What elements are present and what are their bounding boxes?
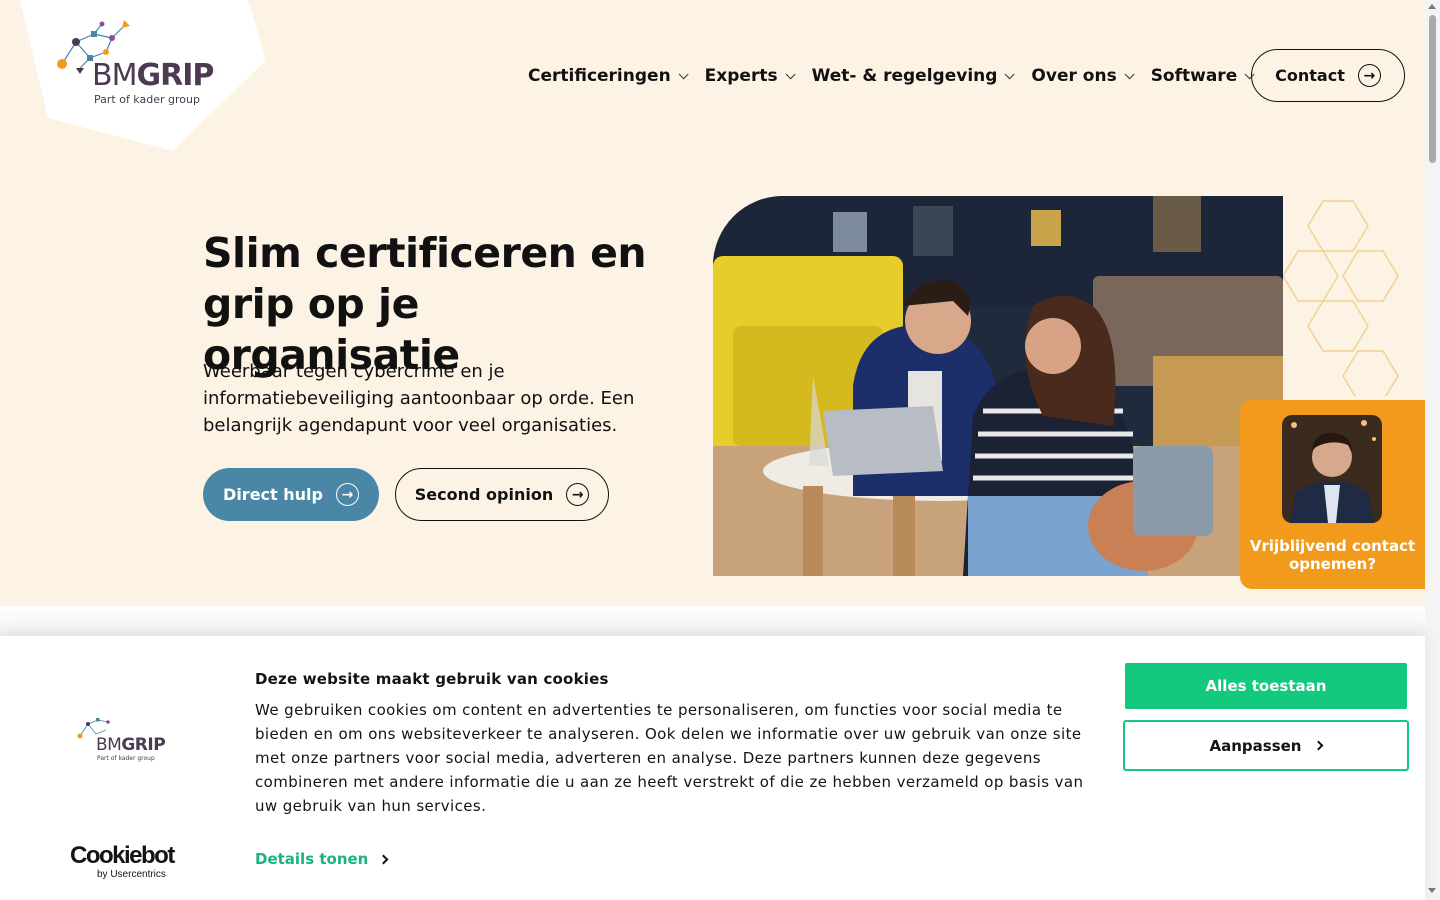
nav-item-software[interactable]: Software [1150, 66, 1255, 86]
allow-all-button[interactable]: Alles toestaan [1125, 663, 1407, 709]
contact-card[interactable]: Vrijblijvend contact opnemen? [1240, 400, 1425, 589]
main-nav: Certificeringen Experts Wet- & regelgevi… [528, 62, 1271, 90]
arrow-right-circle-icon: → [335, 483, 359, 506]
nav-item-experts[interactable]: Experts [704, 66, 796, 86]
arrow-right-circle-icon: → [1357, 64, 1381, 87]
cookiebot-subtitle: by Usercentrics [97, 869, 166, 880]
show-details-label: Details tonen [255, 850, 369, 868]
second-opinion-button[interactable]: Second opinion → [395, 468, 609, 521]
second-opinion-label: Second opinion [414, 485, 554, 504]
hero-photo [713, 196, 1283, 576]
direct-help-label: Direct hulp [223, 485, 323, 504]
logo-tagline: Part of kader group [94, 93, 200, 106]
avatar [1282, 415, 1382, 523]
cookie-banner-title: Deze website maakt gebruik van cookies [255, 670, 609, 688]
show-details-link[interactable]: Details tonen [255, 850, 389, 868]
nav-item-wet-regelgeving[interactable]: Wet- & regelgeving [811, 66, 1015, 86]
page-scrollbar[interactable] [1425, 0, 1440, 900]
cookiebot-logo[interactable]: Cookiebot by Usercentrics [70, 842, 180, 881]
contact-card-label: Vrijblijvend contact opnemen? [1249, 537, 1416, 573]
logo-wordmark: BMGRIP [92, 58, 214, 93]
scrollbar-thumb[interactable] [1429, 15, 1436, 163]
svg-text:Part of kader group: Part of kader group [97, 755, 155, 762]
hexagon-pattern-decoration [1283, 200, 1399, 396]
scroll-up-icon[interactable] [1428, 4, 1436, 9]
nav-item-label: Over ons [1031, 66, 1117, 86]
arrow-right-circle-icon: → [566, 483, 590, 506]
nav-item-over-ons[interactable]: Over ons [1031, 66, 1135, 86]
chevron-down-icon [678, 68, 689, 79]
direct-help-button[interactable]: Direct hulp → [203, 468, 379, 521]
nav-item-label: Certificeringen [528, 66, 671, 86]
chevron-right-icon [1314, 740, 1324, 751]
chevron-down-icon [1005, 68, 1015, 79]
svg-text:BMGRIP: BMGRIP [96, 735, 165, 755]
contact-button[interactable]: Contact → [1251, 49, 1405, 102]
nav-item-certificeringen[interactable]: Certificeringen [528, 66, 689, 86]
cookie-banner-text: We gebruiken cookies om content en adver… [255, 701, 1084, 815]
customize-label: Aanpassen [1209, 736, 1302, 755]
nav-item-label: Wet- & regelgeving [811, 66, 998, 86]
scroll-down-icon[interactable] [1428, 888, 1436, 893]
cookie-banner: BMGRIP Part of kader group Cookiebot by … [0, 636, 1425, 900]
hero-description: Weerbaar tegen cybercrime en je informat… [203, 361, 635, 436]
customize-button[interactable]: Aanpassen [1123, 720, 1409, 771]
chevron-right-icon [378, 854, 389, 864]
site-logo[interactable]: BMGRIP Part of kader group [18, 0, 268, 152]
chevron-down-icon [785, 68, 796, 79]
cookiebot-wordmark: Cookiebot [70, 842, 175, 869]
section-divider [0, 606, 1425, 636]
contact-button-label: Contact [1275, 66, 1345, 85]
cookie-banner-site-logo: BMGRIP Part of kader group [77, 718, 166, 762]
nav-item-label: Software [1150, 66, 1238, 86]
chevron-down-icon [1124, 68, 1135, 79]
nav-item-label: Experts [704, 66, 778, 86]
